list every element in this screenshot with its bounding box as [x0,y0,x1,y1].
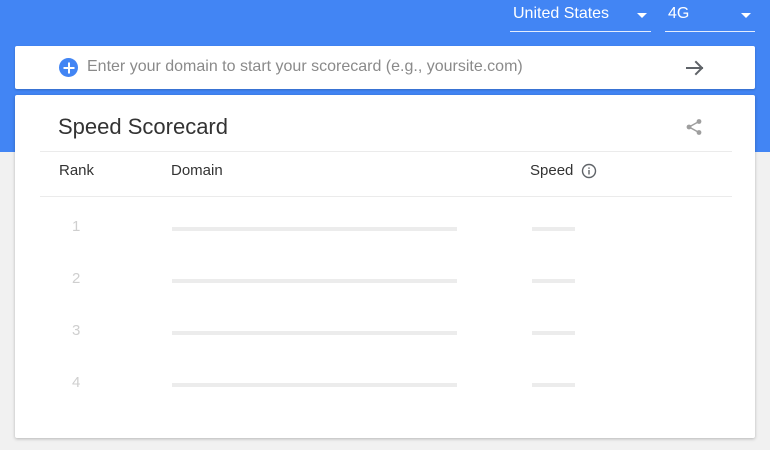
domain-placeholder-bar [172,227,457,231]
info-icon[interactable] [581,163,597,179]
row-rank: 1 [72,218,81,235]
country-select[interactable]: United States [510,0,651,32]
domain-placeholder-bar [172,383,457,387]
row-rank: 3 [72,322,81,339]
column-header-speed: Speed [530,162,574,179]
row-rank: 2 [72,270,81,287]
speed-placeholder-bar [532,383,575,387]
table-row: 1 [15,214,755,244]
network-select-value: 4G [668,5,690,22]
column-header-domain: Domain [171,162,223,179]
row-rank: 4 [72,374,81,391]
speed-placeholder-bar [532,331,575,335]
scorecard-title: Speed Scorecard [58,114,228,139]
column-header-rank: Rank [59,162,95,179]
speed-placeholder-bar [532,227,575,231]
domain-search-bar [15,46,755,89]
header-divider [40,151,732,152]
page: United States 4G Speed Scorecard Rank Do… [0,0,770,450]
country-select-value: United States [513,5,610,22]
domain-placeholder-bar [172,331,457,335]
network-select[interactable]: 4G [665,0,755,32]
plus-circle-icon[interactable] [59,58,78,77]
columns-divider [40,196,732,197]
domain-placeholder-bar [172,279,457,283]
table-row: 3 [15,318,755,348]
arrow-right-icon[interactable] [683,56,707,80]
caret-down-icon [637,13,647,18]
speed-placeholder-bar [532,279,575,283]
share-icon[interactable] [685,118,703,136]
caret-down-icon [741,13,751,18]
table-row: 4 [15,370,755,400]
domain-input[interactable] [87,54,667,80]
speed-scorecard-card: Speed Scorecard Rank Domain Speed 1 2 3 … [15,95,755,438]
table-row: 2 [15,266,755,296]
